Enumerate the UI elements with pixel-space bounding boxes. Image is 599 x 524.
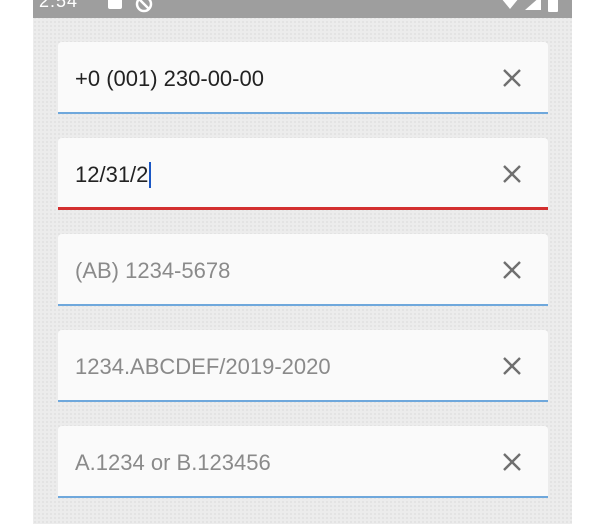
notification-icon [108, 0, 122, 9]
date-field-value: 12/31/2 [75, 162, 149, 187]
reference-field[interactable]: 1234.ABCDEF/2019-2020 [58, 330, 548, 402]
battery-icon [548, 0, 558, 12]
code-field-placeholder: (AB) 1234-5678 [75, 258, 231, 283]
date-field-content: 12/31/2 [75, 162, 152, 188]
wifi-icon [502, 0, 518, 9]
id-field-placeholder: A.1234 or B.123456 [75, 450, 271, 475]
status-bar: 2:54 [33, 0, 572, 18]
app-screen: 2:54 +0 (001) 230-00-00 12/31/2 (AB) 123… [33, 0, 572, 524]
blocked-icon [135, 0, 153, 13]
close-icon[interactable] [500, 354, 524, 378]
close-icon[interactable] [500, 162, 524, 186]
phone-field-value: +0 (001) 230-00-00 [75, 66, 264, 91]
reference-field-placeholder: 1234.ABCDEF/2019-2020 [75, 354, 331, 379]
close-icon[interactable] [500, 66, 524, 90]
close-icon[interactable] [500, 450, 524, 474]
date-field[interactable]: 12/31/2 [58, 138, 548, 210]
signal-icon [525, 0, 541, 10]
text-cursor [149, 162, 152, 188]
id-field[interactable]: A.1234 or B.123456 [58, 426, 548, 498]
code-field[interactable]: (AB) 1234-5678 [58, 234, 548, 306]
close-icon[interactable] [500, 258, 524, 282]
phone-field[interactable]: +0 (001) 230-00-00 [58, 42, 548, 114]
status-time: 2:54 [39, 0, 79, 11]
